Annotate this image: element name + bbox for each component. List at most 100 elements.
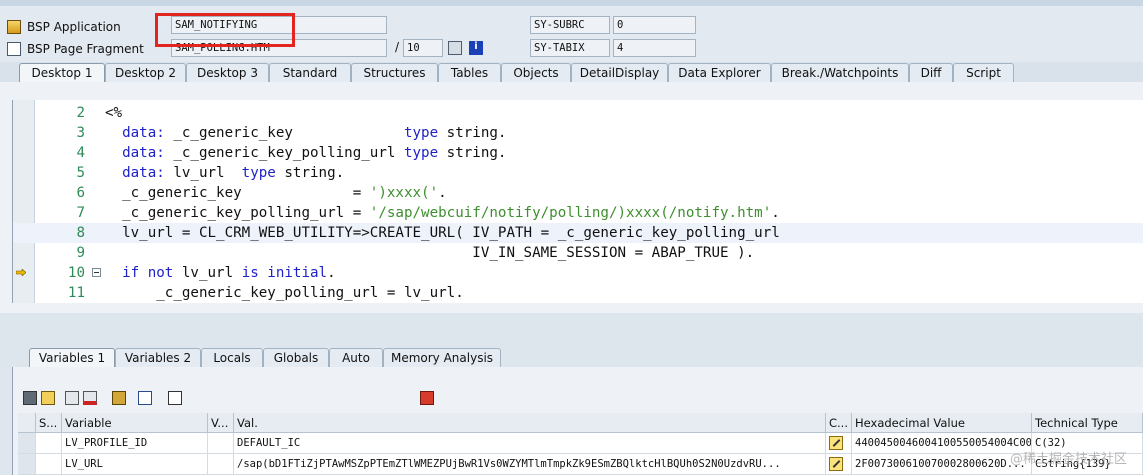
row-selector[interactable]: [18, 433, 36, 454]
hierarchy-icon[interactable]: [112, 391, 126, 405]
list-icon[interactable]: [41, 391, 55, 405]
column-header-value[interactable]: Val.: [234, 413, 826, 433]
code-token: type: [403, 125, 439, 141]
code-text: if not lv_url is initial.: [105, 263, 336, 283]
line-number: 11: [67, 285, 85, 301]
pane-splitter[interactable]: [0, 313, 1143, 345]
code-token: is initial: [241, 265, 328, 281]
tab-detail-display[interactable]: DetailDisplay: [571, 63, 668, 82]
code-text: IV_IN_SAME_SESSION = ABAP_TRUE ).: [105, 243, 754, 263]
column-header-c[interactable]: C...: [826, 413, 852, 433]
execution-arrow-icon: [16, 269, 26, 276]
arrows-icon[interactable]: [138, 391, 152, 405]
column-header-hex[interactable]: Hexadecimal Value: [852, 413, 1032, 433]
bsp-application-icon: [7, 20, 21, 34]
column-header-v[interactable]: V...: [208, 413, 234, 433]
tab-data-explorer[interactable]: Data Explorer: [668, 63, 771, 82]
column-header-select[interactable]: [18, 413, 36, 433]
debugger-header: BSP Application BSP Page Fragment SAM_NO…: [0, 0, 1143, 62]
code-token: _c_generic_key =: [105, 185, 370, 201]
sy-subrc-label: SY-SUBRC: [530, 16, 610, 34]
tab-variables-1[interactable]: Variables 1: [29, 348, 115, 367]
tab-locals[interactable]: Locals: [201, 348, 263, 367]
source-code-editor[interactable]: 2 <% 3 data: _c_generic_key type string. 4 …: [12, 100, 1143, 303]
tab-globals[interactable]: Globals: [263, 348, 329, 367]
select-icon[interactable]: [168, 391, 182, 405]
line-number: 9: [76, 245, 85, 261]
code-text: lv_url = CL_CRM_WEB_UTILITY=>CREATE_URL(…: [105, 223, 780, 243]
bsp-page-fragment-row: BSP Page Fragment: [0, 38, 144, 60]
code-line[interactable]: 8 lv_url = CL_CRM_WEB_UTILITY=>CREATE_UR…: [13, 223, 1143, 243]
tab-variables-2[interactable]: Variables 2: [115, 348, 201, 367]
code-token: type: [403, 145, 439, 161]
tab-break-watchpoints[interactable]: Break./Watchpoints: [771, 63, 909, 82]
page-total-field[interactable]: 10: [403, 39, 443, 57]
tab-standard[interactable]: Standard: [269, 63, 351, 82]
table-cell-change[interactable]: [826, 433, 852, 454]
column-header-technical-type[interactable]: Technical Type: [1032, 413, 1143, 433]
line-number: 3: [76, 125, 85, 141]
code-text: data: _c_generic_key_polling_url type st…: [105, 143, 506, 163]
highlight-box: [155, 13, 295, 47]
code-token: .: [438, 185, 447, 201]
tab-memory-analysis[interactable]: Memory Analysis: [383, 348, 501, 367]
copy-list-icon[interactable]: [65, 391, 79, 405]
row-selector[interactable]: [18, 454, 36, 475]
grid-icon[interactable]: [448, 41, 462, 55]
tab-diff[interactable]: Diff: [909, 63, 953, 82]
code-line[interactable]: 5 data: lv_url type string.: [13, 163, 1143, 183]
code-line[interactable]: 3 data: _c_generic_key type string.: [13, 123, 1143, 143]
code-token: _c_generic_key_polling_url: [164, 145, 404, 161]
column-header-s[interactable]: S...: [36, 413, 62, 433]
collapse-icon[interactable]: [92, 268, 101, 277]
code-token: string.: [438, 145, 507, 161]
sy-tabix-value: 4: [613, 39, 696, 57]
tab-objects[interactable]: Objects: [501, 63, 571, 82]
line-number: 8: [76, 225, 85, 241]
pencil-icon[interactable]: [829, 436, 843, 450]
code-token: '/sap/webcuif/notify/polling/)xxxx(/noti…: [369, 205, 772, 221]
table-cell-hex: 2F007300610070002800620D...: [852, 454, 1032, 475]
watermark: @稀土掘金技术社区: [1010, 452, 1128, 467]
save-list-icon[interactable]: [83, 391, 97, 405]
tab-script[interactable]: Script: [953, 63, 1014, 82]
info-icon[interactable]: i: [469, 41, 483, 55]
bsp-application-row: BSP Application: [0, 16, 121, 38]
tab-desktop-3[interactable]: Desktop 3: [186, 63, 269, 82]
tab-desktop-2[interactable]: Desktop 2: [105, 63, 186, 82]
code-token: lv_url: [173, 265, 242, 281]
table-cell-value[interactable]: DEFAULT_IC: [234, 433, 826, 454]
code-line[interactable]: 10 if not lv_url is initial.: [13, 263, 1143, 283]
code-token: if not: [122, 265, 174, 281]
table-cell-change[interactable]: [826, 454, 852, 475]
code-token: string.: [275, 165, 345, 181]
code-token: data:: [105, 125, 165, 141]
delete-icon[interactable]: [23, 391, 37, 405]
code-text: _c_generic_key = ')xxxx('.: [105, 183, 447, 203]
code-line[interactable]: 4 data: _c_generic_key_polling_url type …: [13, 143, 1143, 163]
table-cell-v: [208, 433, 234, 454]
pencil-icon[interactable]: [829, 457, 843, 471]
sy-subrc-value: 0: [613, 16, 696, 34]
line-number: 4: [76, 145, 85, 161]
table-cell-value[interactable]: /sap(bD1FTiZjPTAwMSZpPTEmZTlWMEZPUjBwR1V…: [234, 454, 826, 475]
floppy-icon[interactable]: [420, 391, 434, 405]
table-cell-variable[interactable]: LV_PROFILE_ID: [62, 433, 208, 454]
code-line[interactable]: 2 <%: [13, 103, 1143, 123]
bsp-application-label: BSP Application: [27, 20, 121, 34]
code-token: string.: [438, 125, 507, 141]
line-number: 6: [76, 185, 85, 201]
tab-desktop-1[interactable]: Desktop 1: [19, 63, 105, 82]
column-header-variable[interactable]: Variable: [62, 413, 208, 433]
table-cell-s: [36, 433, 62, 454]
code-token: lv_url = CL_CRM_WEB_UTILITY=>CREATE_URL(…: [105, 225, 780, 241]
code-token: ')xxxx(': [369, 185, 439, 201]
code-line[interactable]: 11 _c_generic_key_polling_url = lv_url.: [13, 283, 1143, 303]
tab-auto[interactable]: Auto: [329, 348, 383, 367]
code-line[interactable]: 7 _c_generic_key_polling_url = '/sap/web…: [13, 203, 1143, 223]
table-cell-variable[interactable]: LV_URL: [62, 454, 208, 475]
tab-tables[interactable]: Tables: [438, 63, 501, 82]
tab-structures[interactable]: Structures: [351, 63, 438, 82]
code-line[interactable]: 6 _c_generic_key = ')xxxx('.: [13, 183, 1143, 203]
code-line[interactable]: 9 IV_IN_SAME_SESSION = ABAP_TRUE ).: [13, 243, 1143, 263]
